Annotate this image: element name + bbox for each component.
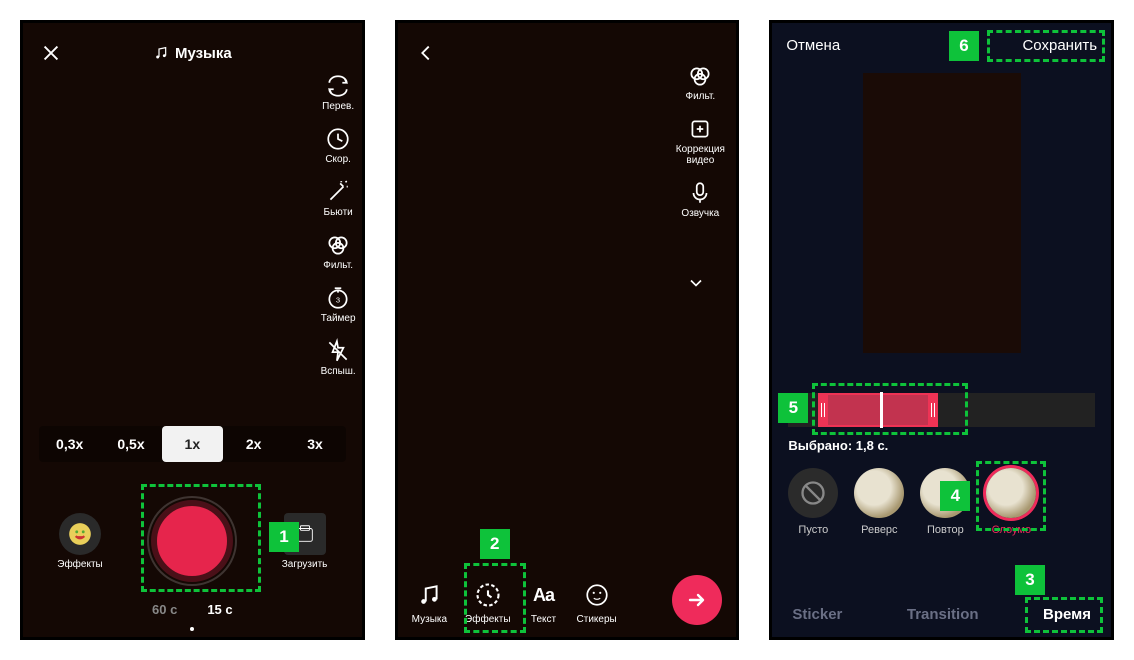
mic-icon [687,180,713,206]
record-screen: Музыка Перев. Скор. Бьюти Фильт. 3 Тайме… [20,20,365,640]
selection-handle-left[interactable] [818,395,828,425]
close-icon[interactable] [37,39,65,67]
filters-button[interactable]: Фильт. [323,232,353,271]
music-icon [414,580,444,610]
effect-reverse[interactable]: Реверс [854,468,904,536]
edit-screen: Фильт. Коррекция видео Озвучка Музыка Эф… [395,20,740,640]
speed-0.5x[interactable]: 0,5x [100,426,161,462]
page-dot [190,627,194,631]
flip-icon [325,73,351,99]
sticker-icon [582,580,612,610]
flash-off-icon [325,338,351,364]
speed-1x[interactable]: 1x [162,426,223,462]
effects-tool[interactable]: Эффекты [465,580,510,625]
flash-button[interactable]: Вспыш. [321,338,356,377]
duration-tabs[interactable]: 60 с 15 с [23,602,362,617]
none-icon [788,468,838,518]
stickers-tool[interactable]: Стикеры [577,580,617,625]
filters-icon [325,232,351,258]
flip-button[interactable]: Перев. [322,73,354,112]
crop-icon [687,116,713,142]
speed-3x[interactable]: 3x [284,426,345,462]
annotation-badge-2: 2 [480,529,510,559]
music-picker[interactable]: Музыка [65,45,320,62]
selection-duration: Выбрано: 1,8 с. [788,438,888,453]
filters-button[interactable]: Фильт. [685,63,715,102]
annotation-badge-6: 6 [949,31,979,61]
wand-icon [325,179,351,205]
bottom-tabs[interactable]: Sticker Transition Время [772,606,1111,623]
timer-button[interactable]: 3 Таймер [321,285,356,324]
speed-0.3x[interactable]: 0,3x [39,426,100,462]
smiley-icon [59,513,101,555]
adjust-button[interactable]: Коррекция видео [670,116,730,166]
text-icon: Aa [529,580,559,610]
beauty-button[interactable]: Бьюти [324,179,353,218]
effect-slomo[interactable]: Слоумо [986,468,1036,536]
speed-selector[interactable]: 0,3x 0,5x 1x 2x 3x [39,426,346,462]
collapse-icon[interactable] [686,273,706,298]
tab-transition[interactable]: Transition [907,606,979,623]
timeline[interactable] [788,393,1095,427]
timer-icon: 3 [325,285,351,311]
annotation-badge-1: 1 [269,522,299,552]
svg-text:3: 3 [336,295,340,304]
tab-time[interactable]: Время [1043,606,1091,623]
annotation-badge-5: 5 [778,393,808,423]
text-tool[interactable]: Aa Текст [529,580,559,625]
annotation-badge-3: 3 [1015,565,1045,595]
dur-15[interactable]: 15 с [207,602,232,617]
filters-icon [687,63,713,89]
effect-none[interactable]: Пусто [788,468,838,536]
timeline-selection[interactable] [818,393,938,427]
save-button[interactable]: Сохранить [1022,37,1097,54]
music-tool[interactable]: Музыка [412,580,447,625]
voiceover-button[interactable]: Озвучка [681,180,719,219]
music-label: Музыка [175,45,232,62]
selection-handle-right[interactable] [928,395,938,425]
speed-button[interactable]: Скор. [325,126,351,165]
cancel-button[interactable]: Отмена [786,37,840,54]
effects-clock-icon [473,580,503,610]
record-button[interactable] [151,500,233,582]
speed-2x[interactable]: 2x [223,426,284,462]
effects-button[interactable]: Эффекты [57,513,102,570]
back-icon[interactable] [412,39,440,67]
annotation-badge-4: 4 [940,481,970,511]
time-effects-screen: Отмена Сохранить Выбрано: 1,8 с. Пусто Р… [769,20,1114,640]
tab-sticker[interactable]: Sticker [792,606,842,623]
playhead-icon[interactable] [880,392,883,428]
video-preview [863,73,1021,353]
dur-60[interactable]: 60 с [152,602,177,617]
slomo-thumb [986,468,1036,518]
reverse-thumb [854,468,904,518]
next-button[interactable] [672,575,722,625]
speed-icon [325,126,351,152]
